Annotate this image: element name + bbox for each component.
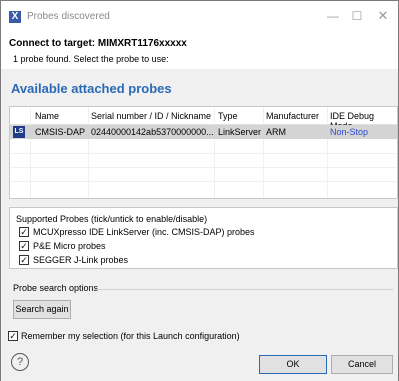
linkserver-icon: LS <box>13 126 25 138</box>
dialog-footer: ? OK Cancel <box>1 348 398 381</box>
column-header-manufacturer[interactable]: Manufacturer <box>266 111 319 121</box>
help-icon[interactable]: ? <box>11 353 29 371</box>
row-divider <box>10 167 397 168</box>
jlink-probes-label: SEGGER J-Link probes <box>33 255 129 265</box>
jlink-probes-checkbox[interactable]: ✓ <box>19 255 29 265</box>
cancel-button[interactable]: Cancel <box>331 355 393 374</box>
remember-selection-label: Remember my selection (for this Launch c… <box>21 331 240 341</box>
section-title: Available attached probes <box>11 81 172 96</box>
connect-target-label: Connect to target: MIMXRT1176xxxxx <box>9 38 187 49</box>
title-bar: X Probes discovered — ☐ ✕ <box>1 1 398 33</box>
row-divider <box>10 153 397 154</box>
table-row[interactable]: LS CMSIS-DAP 02440000142ab5370000000... … <box>10 125 397 139</box>
probe-type: LinkServer <box>218 127 262 137</box>
search-again-button[interactable]: Search again <box>13 300 71 319</box>
search-options-divider <box>93 289 393 290</box>
close-icon[interactable]: ✕ <box>363 5 399 27</box>
probe-manufacturer: ARM <box>266 127 286 137</box>
app-icon: X <box>9 11 21 23</box>
remember-selection-checkbox[interactable]: ✓ <box>8 331 18 341</box>
linkserver-probes-label: MCUXpresso IDE LinkServer (inc. CMSIS-DA… <box>33 227 255 237</box>
pe-micro-probes-checkbox[interactable]: ✓ <box>19 241 29 251</box>
dialog-header: Connect to target: MIMXRT1176xxxxx 1 pro… <box>1 33 398 69</box>
probe-name: CMSIS-DAP <box>35 127 86 137</box>
column-header-name[interactable]: Name <box>35 111 59 121</box>
supported-probes-group: Supported Probes (tick/untick to enable/… <box>9 207 398 269</box>
column-header-type[interactable]: Type <box>218 111 238 121</box>
probe-debug-mode[interactable]: Non-Stop <box>330 127 368 137</box>
probes-table: Name Serial number / ID / Nickname Type … <box>9 106 398 199</box>
probe-search-options-label: Probe search options <box>13 283 99 293</box>
pe-micro-probes-label: P&E Micro probes <box>33 241 106 251</box>
window-title: Probes discovered <box>27 11 110 22</box>
linkserver-probes-checkbox[interactable]: ✓ <box>19 227 29 237</box>
probe-serial: 02440000142ab5370000000... <box>91 127 214 137</box>
supported-probes-title: Supported Probes (tick/untick to enable/… <box>16 214 208 224</box>
row-divider <box>10 181 397 182</box>
column-header-serial[interactable]: Serial number / ID / Nickname <box>91 111 211 121</box>
ok-button[interactable]: OK <box>259 355 327 374</box>
table-header: Name Serial number / ID / Nickname Type … <box>10 107 397 131</box>
probes-discovered-dialog: X Probes discovered — ☐ ✕ Connect to tar… <box>0 0 399 381</box>
probes-found-text: 1 probe found. Select the probe to use: <box>13 54 169 64</box>
